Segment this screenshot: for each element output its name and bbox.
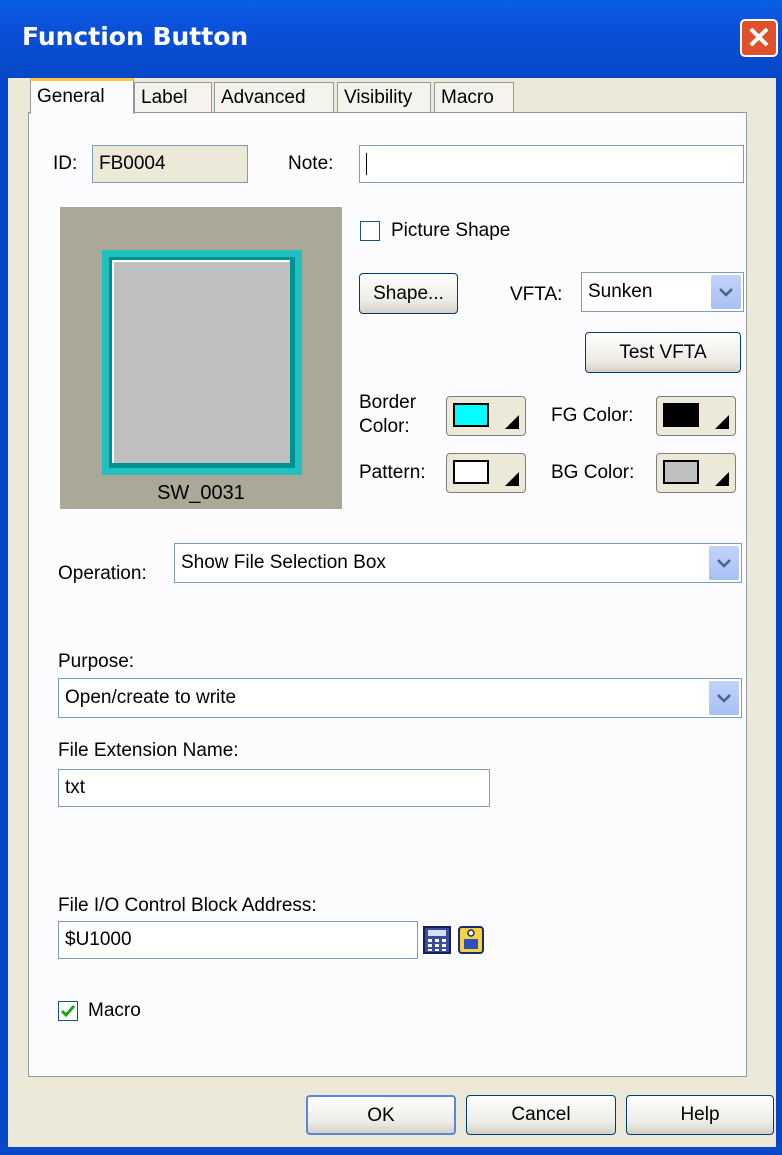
tab-label: Label — [141, 87, 188, 108]
picture-shape-checkbox[interactable] — [360, 221, 380, 241]
text-caret — [366, 152, 367, 175]
bg-color-label: BG Color: — [551, 462, 635, 483]
file-ext-label: File Extension Name: — [58, 740, 239, 761]
tag-icon[interactable] — [456, 925, 486, 955]
close-button[interactable]: ✕ — [740, 19, 778, 57]
file-ext-input[interactable]: txt — [58, 769, 490, 807]
fg-color-button[interactable] — [656, 396, 736, 436]
preview-caption: SW_0031 — [157, 482, 245, 504]
shape-button[interactable]: Shape... — [359, 273, 458, 314]
operation-value: Show File Selection Box — [181, 552, 386, 573]
pattern-swatch — [453, 460, 489, 484]
pattern-label: Pattern: — [359, 462, 426, 483]
close-icon: ✕ — [746, 22, 772, 55]
border-color-label: Border Color: — [359, 391, 416, 439]
window-title: Function Button — [22, 22, 249, 51]
border-color-swatch — [453, 403, 489, 427]
pattern-button[interactable] — [446, 453, 526, 493]
dropdown-triangle-icon — [505, 472, 519, 486]
help-button[interactable]: Help — [626, 1095, 774, 1135]
checkmark-icon — [60, 1005, 76, 1018]
border-color-label-line2: Color: — [359, 416, 410, 437]
dropdown-triangle-icon — [715, 472, 729, 486]
dropdown-triangle-icon — [505, 415, 519, 429]
tab-label: Visibility — [344, 87, 413, 108]
file-io-label: File I/O Control Block Address: — [58, 895, 317, 916]
picture-shape-label: Picture Shape — [391, 220, 511, 241]
fg-color-swatch — [663, 403, 699, 427]
tab-macro[interactable]: Macro — [434, 82, 514, 112]
tab-advanced[interactable]: Advanced — [214, 82, 334, 112]
tab-general[interactable]: General — [30, 78, 134, 114]
bg-color-button[interactable] — [656, 453, 736, 493]
border-color-button[interactable] — [446, 396, 526, 436]
shape-preview: SW_0031 — [58, 205, 344, 511]
macro-checkbox[interactable] — [58, 1001, 78, 1021]
preview-button-border — [102, 250, 302, 475]
dropdown-triangle-icon — [715, 415, 729, 429]
tab-label: General — [37, 86, 105, 107]
border-color-label-line1: Border — [359, 392, 417, 413]
tab-visibility[interactable]: Visibility — [337, 82, 431, 112]
purpose-select[interactable]: Open/create to write — [58, 678, 742, 718]
ok-button[interactable]: OK — [306, 1095, 456, 1135]
id-label: ID: — [53, 153, 78, 174]
calculator-icon[interactable] — [422, 925, 452, 955]
file-io-input[interactable]: $U1000 — [58, 921, 418, 959]
tab-label-tab[interactable]: Label — [134, 82, 212, 112]
vfta-value: Sunken — [588, 281, 653, 302]
bg-color-swatch — [663, 460, 699, 484]
vfta-select[interactable]: Sunken — [581, 272, 744, 312]
operation-label: Operation: — [58, 563, 147, 584]
fg-color-label: FG Color: — [551, 405, 634, 426]
operation-select[interactable]: Show File Selection Box — [174, 543, 742, 583]
note-input[interactable] — [359, 145, 744, 183]
purpose-label: Purpose: — [58, 651, 135, 672]
chevron-down-icon[interactable] — [709, 546, 739, 580]
chevron-down-icon[interactable] — [711, 275, 741, 309]
tab-label: Advanced — [221, 87, 306, 108]
window-frame-right — [776, 78, 782, 1155]
chevron-down-icon[interactable] — [709, 681, 739, 715]
tab-label: Macro — [441, 87, 494, 108]
test-vfta-button[interactable]: Test VFTA — [585, 332, 741, 373]
macro-label: Macro — [88, 1000, 141, 1021]
note-label: Note: — [288, 153, 334, 174]
window-frame-bottom — [0, 1147, 782, 1155]
vfta-label: VFTA: — [510, 284, 563, 305]
preview-button-face — [112, 260, 290, 463]
window-frame-left — [0, 78, 8, 1155]
cancel-button[interactable]: Cancel — [466, 1095, 616, 1135]
id-field: FB0004 — [92, 145, 248, 183]
purpose-value: Open/create to write — [65, 687, 237, 708]
